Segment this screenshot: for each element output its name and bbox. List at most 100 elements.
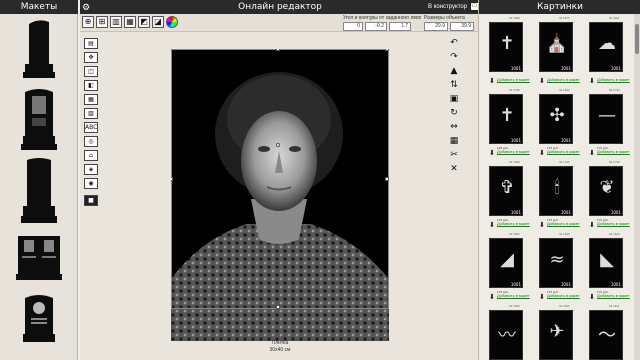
fill-icon[interactable]: ◩ — [138, 16, 150, 28]
layers-icon[interactable]: ◪ — [152, 16, 164, 28]
shape-tool-icon[interactable]: ⌂ — [84, 150, 98, 161]
gear-icon[interactable]: ⚙ — [82, 2, 92, 12]
image-card[interactable]: № 1905 ✞ 1001 170 руб. ⬇ Добавить в макет — [487, 160, 537, 230]
crop-icon[interactable]: ▣ — [447, 94, 461, 104]
download-icon[interactable]: ⬇ — [489, 150, 495, 157]
circle-tool-icon[interactable]: ◎ — [84, 136, 98, 147]
template-monument-2[interactable] — [16, 86, 62, 152]
template-monument-4[interactable] — [16, 292, 62, 344]
x-input[interactable]: -0.2 — [365, 22, 387, 31]
resize-handle-right[interactable] — [385, 177, 389, 181]
image-thumbnail[interactable]: ✈ — [539, 310, 573, 360]
ornament-tool-icon[interactable]: ◈ — [84, 164, 98, 175]
image-thumbnail[interactable]: ❦ 1001 — [589, 166, 623, 216]
select-icon[interactable]: ⊞ — [96, 16, 108, 28]
image-thumbnail[interactable]: ☁ 1001 — [589, 22, 623, 72]
selection-box[interactable] — [171, 49, 389, 309]
download-icon[interactable]: ⬇ — [589, 222, 595, 229]
abc-text-icon[interactable]: ABC — [84, 122, 98, 133]
scroll-thumb[interactable] — [635, 24, 639, 54]
rotate-icon[interactable]: ↻ — [447, 108, 461, 118]
image-card[interactable]: № 2001 ☁ 1001 ⬇ Добавить в макет — [587, 16, 637, 86]
download-icon[interactable]: ⬇ — [539, 222, 545, 229]
checker-icon[interactable]: ▦ — [447, 136, 461, 146]
template-monument-1[interactable] — [16, 18, 62, 82]
template-double-monument[interactable] — [16, 232, 62, 284]
resize-handle-corner[interactable] — [385, 49, 389, 51]
image-card[interactable]: № 1869 ✝ 1001 ⬇ Добавить в макет — [487, 16, 537, 86]
grid-icon[interactable]: ▦ — [124, 16, 136, 28]
image-thumbnail[interactable]: ⛪ 1001 — [539, 22, 573, 72]
image-card[interactable]: № 1626 ◣ 1001 170 руб. ⬇ Добавить в макет — [587, 232, 637, 302]
flip-horizontal-icon[interactable]: ⇔ — [447, 122, 461, 132]
delete-icon[interactable]: ▥ — [110, 16, 122, 28]
image-thumbnail[interactable]: ≈1001 — [539, 238, 573, 288]
add-to-layout-link[interactable]: Добавить в макет — [547, 150, 580, 154]
redo-icon[interactable]: ↷ — [447, 52, 461, 62]
y-input[interactable]: 1.7 — [389, 22, 411, 31]
cut-icon[interactable]: ✂ — [447, 150, 461, 160]
frame-tool-icon[interactable]: ◫ — [84, 66, 98, 77]
add-to-layout-link[interactable]: Добавить в макет — [547, 294, 580, 298]
background-tool-icon[interactable]: ■ — [84, 195, 98, 206]
download-icon[interactable]: ⬇ — [539, 294, 545, 301]
add-to-layout-link[interactable]: Добавить в макет — [597, 222, 630, 226]
pattern-tool-icon[interactable]: ▧ — [84, 108, 98, 119]
image-tool-icon[interactable]: ▦ — [84, 94, 98, 105]
download-icon[interactable]: ⬇ — [489, 222, 495, 229]
oval-tool-icon[interactable]: ◉ — [84, 178, 98, 189]
download-icon[interactable]: ⬇ — [489, 78, 495, 85]
angle-input[interactable]: 0 — [343, 22, 363, 31]
image-thumbnail[interactable]: ✞ 1001 — [489, 166, 523, 216]
remove-icon[interactable]: ✕ — [447, 164, 461, 174]
image-thumbnail[interactable]: 🕯 1001 — [539, 166, 573, 216]
image-card[interactable]: № 1796 ✝ 1001 130 руб. ⬇ Добавить в макет — [487, 88, 537, 158]
add-to-layout-link[interactable]: Добавить в макет — [497, 150, 530, 154]
add-to-layout-link[interactable]: Добавить в макет — [497, 78, 530, 82]
image-card[interactable]: № 1798 ❦ 1001 170 руб. ⬇ Добавить в макет — [587, 160, 637, 230]
rotate-handle[interactable] — [276, 143, 280, 147]
download-icon[interactable]: ⬇ — [539, 150, 545, 157]
image-card[interactable]: № 1629 ≈1001 170 руб. ⬇ Добавить в макет — [537, 232, 587, 302]
image-thumbnail[interactable]: ✣ 1001 — [539, 94, 573, 144]
move-tool-icon[interactable]: ✥ — [84, 52, 98, 63]
image-card[interactable]: № 1809〰170 руб.⬇Добавить в макет — [487, 304, 537, 360]
add-element-icon[interactable]: ⊕ — [82, 16, 94, 28]
image-card[interactable]: № 1706 🕯 1001 170 руб. ⬇ Добавить в макет — [537, 160, 587, 230]
template-monument-3[interactable] — [16, 154, 62, 226]
image-thumbnail[interactable]: — — [589, 94, 623, 144]
add-to-layout-link[interactable]: Добавить в макет — [497, 222, 530, 226]
align-tool-icon[interactable]: ◧ — [84, 80, 98, 91]
image-card[interactable]: № 2066✈170 руб.⬇Добавить в макет — [537, 304, 587, 360]
image-thumbnail[interactable]: 〜 — [589, 310, 623, 360]
to-constructor-button[interactable]: В конструктор — [428, 2, 467, 12]
width-input[interactable]: 29.9 — [424, 22, 448, 31]
images-scrollbar[interactable] — [634, 14, 640, 360]
image-thumbnail[interactable]: ◣ 1001 — [589, 238, 623, 288]
image-card[interactable]: № 1794—170 руб. ⬇ Добавить в макет — [587, 88, 637, 158]
height-input[interactable]: 39.9 — [450, 22, 474, 31]
add-to-layout-link[interactable]: Добавить в макет — [497, 294, 530, 298]
image-thumbnail[interactable]: ✝ 1001 — [489, 94, 523, 144]
resize-handle-top[interactable] — [276, 49, 280, 51]
image-thumbnail[interactable]: ✝ 1001 — [489, 22, 523, 72]
color-wheel-icon[interactable] — [166, 16, 178, 28]
resize-handle-left[interactable] — [171, 177, 173, 181]
add-to-layout-link[interactable]: Добавить в макет — [597, 150, 630, 154]
resize-handle-bottom[interactable] — [276, 305, 280, 309]
download-icon[interactable]: ⬇ — [589, 150, 595, 157]
add-to-layout-link[interactable]: Добавить в макет — [547, 222, 580, 226]
add-to-layout-link[interactable]: Добавить в макет — [547, 78, 580, 82]
undo-icon[interactable]: ↶ — [447, 38, 461, 48]
image-card[interactable]: № 1811〜170 руб.⬇Добавить в макет — [587, 304, 637, 360]
bring-forward-icon[interactable]: ▲ — [447, 66, 461, 76]
download-icon[interactable]: ⬇ — [589, 294, 595, 301]
image-card[interactable]: № 1842 ✣ 1001 170 руб. ⬇ Добавить в макет — [537, 88, 587, 158]
image-card[interactable]: № 0002 ◢ 1001 170 руб. ⬇ Добавить в макет — [487, 232, 537, 302]
image-thumbnail[interactable]: 〰 — [489, 310, 523, 360]
text-tool-icon[interactable]: ▤ — [84, 38, 98, 49]
add-to-layout-link[interactable]: Добавить в макет — [597, 78, 630, 82]
download-icon[interactable]: ⬇ — [539, 78, 545, 85]
download-icon[interactable]: ⬇ — [589, 78, 595, 85]
image-thumbnail[interactable]: ◢ 1001 — [489, 238, 523, 288]
